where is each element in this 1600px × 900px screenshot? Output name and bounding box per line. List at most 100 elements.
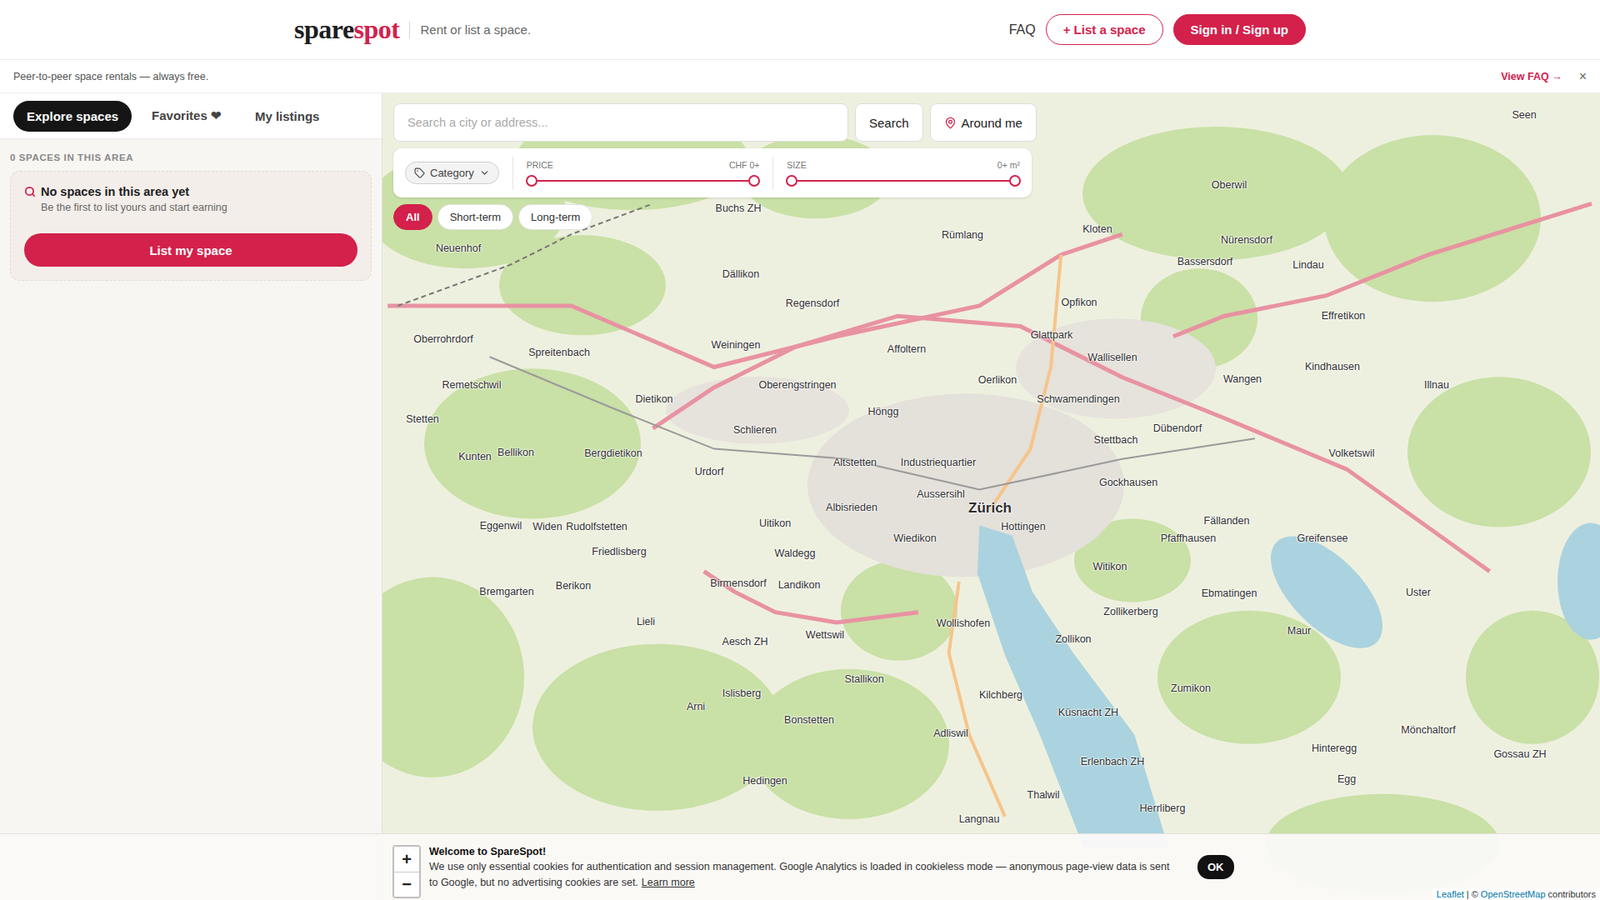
place-label: Remetschwil	[442, 379, 502, 391]
track-fill	[791, 180, 1015, 182]
place-label: Adliswil	[933, 727, 969, 740]
place-label: Effretikon	[1321, 310, 1366, 322]
slider-min-thumb[interactable]	[785, 175, 798, 187]
close-button[interactable]: ×	[1579, 69, 1587, 85]
sidebar-tab[interactable]: Explore spaces	[13, 100, 132, 132]
sidebar-tab[interactable]: Favorites ❤	[138, 100, 235, 132]
zoom-button[interactable]: +	[394, 846, 420, 872]
around-me-button[interactable]: Around me	[930, 103, 1037, 142]
cookie-title: Welcome to SpareSpot!	[429, 844, 1180, 860]
pin-icon	[944, 116, 957, 130]
slider-min-thumb[interactable]	[525, 175, 538, 187]
search-button[interactable]: Search	[855, 103, 924, 142]
place-label: Aussersihl	[916, 488, 965, 500]
chevron-down-icon	[479, 167, 490, 179]
map[interactable]: KlotenBassersdorfOpfikonWallisellenRegen…	[382, 93, 1600, 900]
place-label: Egg	[1337, 773, 1356, 785]
place-label: Hinteregg	[1311, 742, 1357, 755]
filter-divider	[512, 156, 514, 190]
slider-track[interactable]	[791, 175, 1015, 187]
term-chips: AllShort-termLong-term	[393, 204, 1037, 230]
empty-title-text: No spaces in this area yet	[40, 185, 190, 199]
place-label: Birmensdorf	[710, 577, 766, 590]
place-label: Buchs ZH	[715, 202, 762, 215]
place-label: Schlieren	[733, 424, 777, 436]
app: sparespot Rent or list a space. FAQ + List …	[0, 0, 1600, 900]
slider-label: PRICE	[526, 160, 554, 170]
place-label: Bergdietikon	[584, 447, 643, 460]
search-input[interactable]	[393, 103, 849, 142]
search-icon	[24, 185, 36, 198]
place-label: Kloten	[1082, 223, 1112, 235]
place-label: Kunten	[458, 450, 492, 463]
category-dropdown[interactable]: Category	[405, 161, 500, 185]
list-space-button[interactable]: + List a space	[1045, 14, 1164, 45]
sign-in-button[interactable]: Sign in / Sign up	[1173, 14, 1307, 45]
place-label: Greifensee	[1296, 532, 1348, 545]
place-label: Schwamendingen	[1036, 393, 1120, 405]
term-chip[interactable]: Short-term	[437, 204, 514, 230]
around-me-label: Around me	[961, 115, 1023, 130]
place-label: Fällanden	[1204, 515, 1250, 527]
slider-reading: CHF 0+	[729, 160, 760, 170]
search-row: Search Around me	[393, 103, 1037, 142]
cookie-ok-button[interactable]: OK	[1197, 855, 1235, 880]
nav-link[interactable]: FAQ	[1009, 22, 1036, 38]
place-label: Küsnacht ZH	[1058, 706, 1119, 719]
place-label: Dällikon	[722, 268, 760, 280]
place-label: Dietikon	[635, 393, 673, 405]
slider-track[interactable]	[531, 175, 755, 187]
place-label: Rümlang	[941, 229, 984, 241]
logo-second: spot	[354, 14, 400, 45]
place-label: Bonstetten	[784, 714, 835, 726]
place-label: Wiedikon	[893, 532, 936, 545]
brand-divider	[409, 21, 410, 39]
list-my-space-button[interactable]: List my space	[24, 233, 358, 267]
place-label: Stallikon	[844, 673, 884, 685]
place-label: Bellikon	[497, 446, 535, 459]
learn-more-link[interactable]: Learn more	[641, 876, 695, 889]
place-label: Industriequartier	[900, 456, 976, 469]
place-label: Gossau ZH	[1493, 748, 1546, 760]
place-label: Höngg	[868, 405, 900, 418]
map-controls: Search Around me Category PRICE CHF 0+ SIZE0+…	[393, 103, 1037, 230]
place-label: Opfikon	[1060, 296, 1097, 309]
place-label: Thalwil	[1027, 789, 1060, 801]
place-label: Spreitenbach	[528, 346, 590, 359]
place-label: Zürich	[968, 500, 1012, 517]
term-chip[interactable]: All	[393, 204, 433, 230]
slider-header: SIZE0+ m²	[786, 160, 1020, 170]
place-label: Maur	[1287, 625, 1311, 637]
place-label: Witikon	[1093, 560, 1128, 573]
price-slider: PRICE CHF 0+	[526, 160, 760, 187]
place-label: Stettbach	[1094, 434, 1139, 446]
empty-subtitle: Be the first to list yours and start ear…	[24, 201, 358, 214]
header-inner: sparespot Rent or list a space. FAQ + List …	[294, 0, 1306, 60]
main: Explore spacesFavorites ❤My listings0 SP…	[0, 93, 1600, 900]
logo[interactable]: sparespot	[294, 14, 400, 45]
place-label: Neuenhof	[435, 242, 481, 255]
place-label: Rudolfstetten	[565, 520, 628, 533]
sidebar-tabs: Explore spacesFavorites ❤My listings	[0, 93, 382, 140]
slider-max-thumb[interactable]	[748, 175, 760, 187]
sidebar-tab[interactable]: My listings	[241, 100, 334, 132]
place-label: Dübendorf	[1153, 422, 1202, 435]
place-label: Eggenwil	[480, 520, 523, 532]
place-label: Regensdorf	[785, 297, 840, 310]
leaflet-link[interactable]: Leaflet	[1436, 889, 1465, 900]
place-label: Aesch ZH	[722, 635, 769, 648]
place-label: Hottingen	[1000, 520, 1046, 533]
slider-max-thumb[interactable]	[1009, 175, 1021, 187]
place-label: Zollikon	[1055, 633, 1091, 645]
term-chip[interactable]: Long-term	[518, 204, 593, 230]
osm-link[interactable]: OpenStreetMap	[1480, 889, 1546, 900]
view-faq-link[interactable]: View FAQ →	[1500, 70, 1562, 83]
place-label: Uitikon	[759, 517, 791, 530]
tagline: Rent or list a space.	[420, 22, 531, 37]
zoom-button[interactable]: −	[394, 871, 420, 897]
place-label: Wangen	[1223, 373, 1262, 385]
sidebar: Explore spacesFavorites ❤My listings0 SP…	[0, 93, 383, 900]
place-label: Herrliberg	[1140, 802, 1186, 815]
spaces-count: 0 SPACES IN THIS AREA	[0, 139, 382, 171]
category-label: Category	[430, 166, 475, 180]
